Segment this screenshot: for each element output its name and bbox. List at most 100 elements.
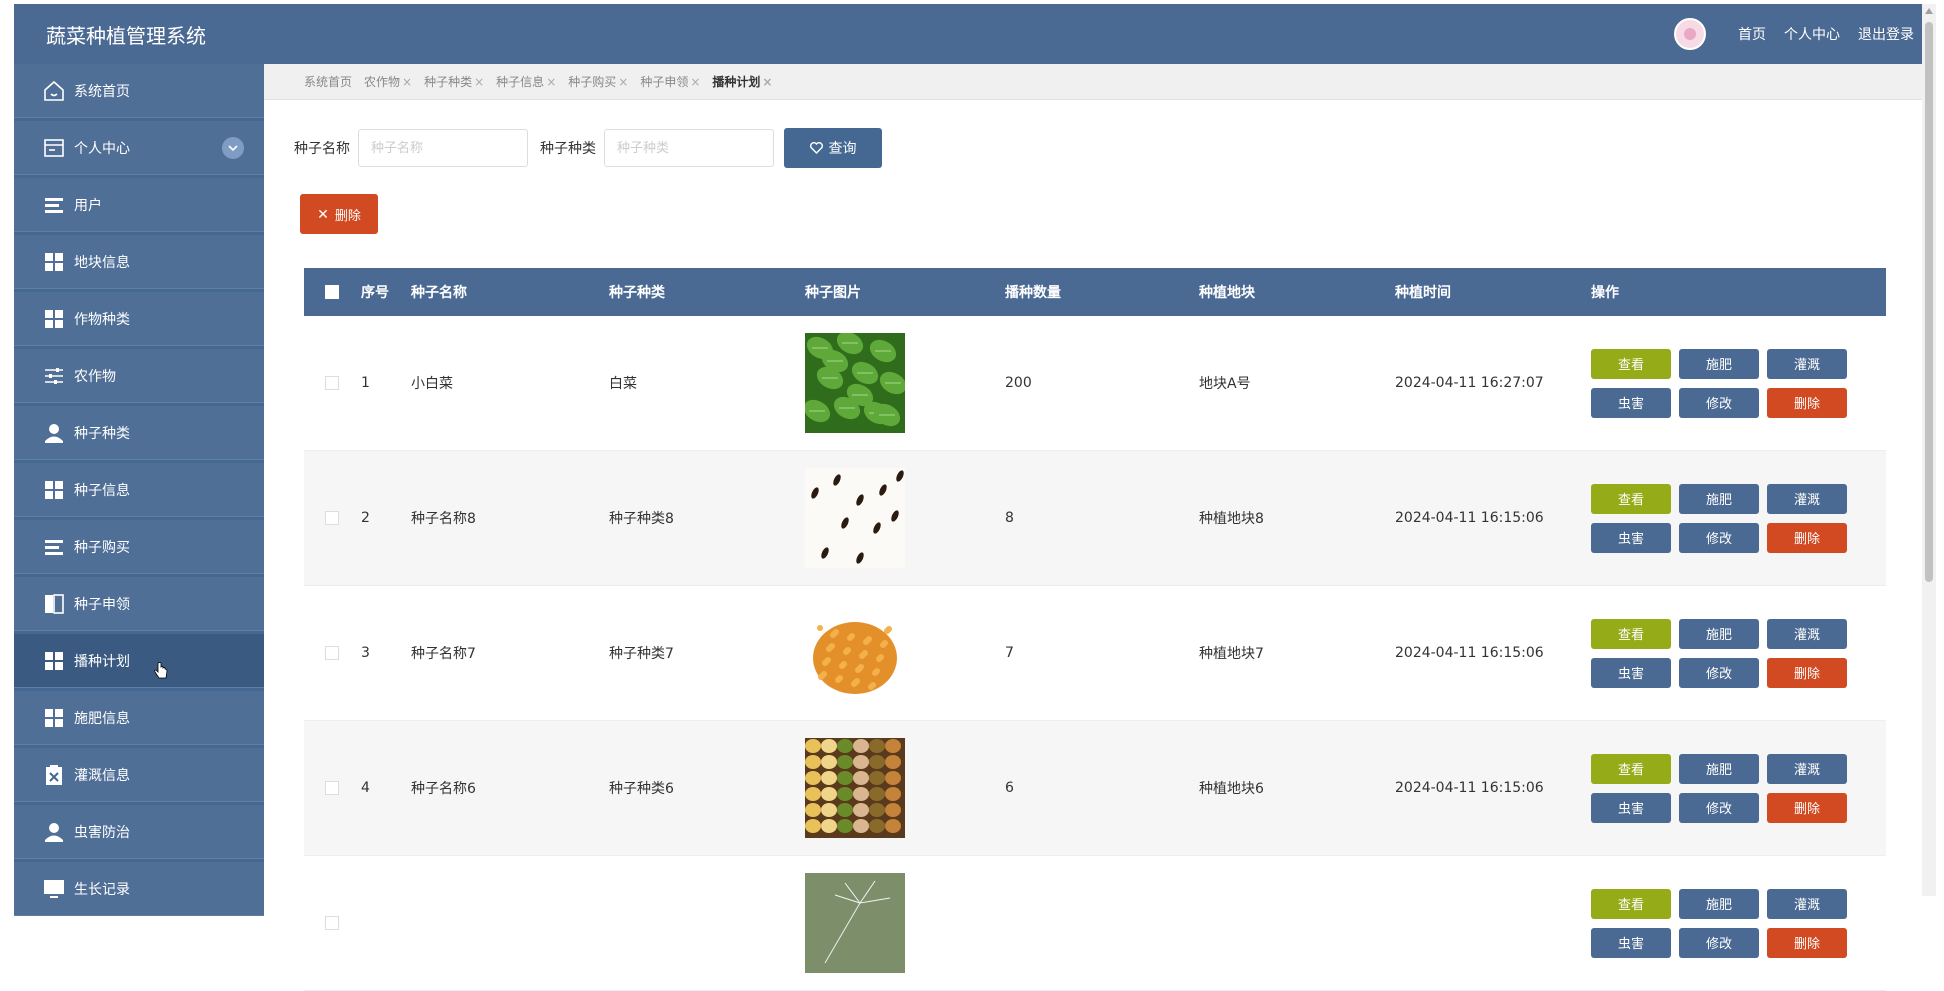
close-icon[interactable]: × — [762, 75, 772, 89]
tab-5[interactable]: 种子申领 × — [640, 73, 700, 90]
pest-button[interactable]: 虫害 — [1591, 927, 1671, 958]
list-icon — [42, 535, 66, 559]
fertilize-button[interactable]: 施肥 — [1679, 483, 1759, 514]
sidebar-item-8[interactable]: 种子购买 — [14, 520, 264, 574]
irrigate-button[interactable]: 灌溉 — [1767, 753, 1847, 784]
pest-button[interactable]: 虫害 — [1591, 387, 1671, 418]
seed-name-input[interactable] — [358, 129, 528, 167]
irrigate-button[interactable]: 灌溉 — [1767, 348, 1847, 379]
close-icon[interactable]: × — [546, 75, 556, 89]
fertilize-button[interactable]: 施肥 — [1679, 348, 1759, 379]
sidebar-item-6[interactable]: 种子种类 — [14, 406, 264, 460]
delete-button[interactable]: 删除 — [1767, 387, 1847, 418]
tab-label: 种子购买 — [568, 75, 617, 89]
delete-button[interactable]: 删除 — [1767, 657, 1847, 688]
header-seed-name: 种子名称 — [411, 285, 467, 301]
close-icon[interactable]: × — [402, 75, 412, 89]
irrigate-button[interactable]: 灌溉 — [1767, 888, 1847, 919]
heart-icon — [809, 142, 823, 154]
view-button[interactable]: 查看 — [1591, 348, 1671, 379]
view-button[interactable]: 查看 — [1591, 888, 1671, 919]
fertilize-button[interactable]: 施肥 — [1679, 618, 1759, 649]
row-time: 2024-04-11 16:15:06 — [1395, 645, 1544, 661]
edit-button[interactable]: 修改 — [1679, 657, 1759, 688]
bulk-delete-button[interactable]: ✕ 删除 — [300, 194, 378, 234]
user-icon — [42, 820, 66, 844]
tab-2[interactable]: 种子种类 × — [424, 73, 484, 90]
sidebar-item-10[interactable]: 播种计划 — [14, 634, 264, 688]
delete-button[interactable]: 删除 — [1767, 792, 1847, 823]
row-checkbox[interactable] — [324, 511, 339, 525]
page-scrollbar[interactable] — [1922, 4, 1936, 896]
sidebar-item-14[interactable]: 生长记录 — [14, 862, 264, 916]
sidebar-item-9[interactable]: 种子申领 — [14, 577, 264, 631]
seed-kind-input[interactable] — [604, 129, 774, 167]
sidebar-item-5[interactable]: 农作物 — [14, 349, 264, 403]
tab-4[interactable]: 种子购买 × — [568, 73, 628, 90]
sidebar-item-label: 灌溉信息 — [74, 767, 130, 784]
edit-button[interactable]: 修改 — [1679, 927, 1759, 958]
irrigate-button[interactable]: 灌溉 — [1767, 483, 1847, 514]
tab-3[interactable]: 种子信息 × — [496, 73, 556, 90]
sidebar-item-0[interactable]: 系统首页 — [14, 64, 264, 118]
row-plot: 种植地块8 — [1199, 511, 1264, 527]
view-button[interactable]: 查看 — [1591, 483, 1671, 514]
profile-link[interactable]: 个人中心 — [1784, 24, 1840, 44]
seed-image[interactable] — [805, 738, 905, 838]
edit-button[interactable]: 修改 — [1679, 387, 1759, 418]
bulk-delete-label: 删除 — [334, 207, 361, 223]
select-all-checkbox[interactable] — [324, 285, 339, 299]
sidebar-item-3[interactable]: 地块信息 — [14, 235, 264, 289]
sidebar-item-12[interactable]: 灌溉信息 — [14, 748, 264, 802]
header-seed-image: 种子图片 — [805, 285, 861, 301]
close-icon[interactable]: × — [618, 75, 628, 89]
row-checkbox[interactable] — [324, 781, 339, 795]
seed-image[interactable] — [805, 333, 905, 433]
fertilize-button[interactable]: 施肥 — [1679, 888, 1759, 919]
tab-6[interactable]: 播种计划 × — [712, 73, 772, 90]
view-button[interactable]: 查看 — [1591, 618, 1671, 649]
seed-image[interactable] — [805, 468, 905, 568]
pest-button[interactable]: 虫害 — [1591, 792, 1671, 823]
delete-button[interactable]: 删除 — [1767, 522, 1847, 553]
row-seed-name: 种子名称8 — [411, 511, 476, 527]
pest-button[interactable]: 虫害 — [1591, 522, 1671, 553]
scroll-thumb[interactable] — [1925, 22, 1933, 582]
close-icon[interactable]: × — [690, 75, 700, 89]
irrigate-button[interactable]: 灌溉 — [1767, 618, 1847, 649]
edit-button[interactable]: 修改 — [1679, 792, 1759, 823]
chevron-down-icon[interactable] — [222, 137, 244, 159]
row-seed-kind: 种子种类6 — [609, 781, 674, 797]
scroll-up-icon[interactable] — [1925, 8, 1933, 14]
sidebar-item-1[interactable]: 个人中心 — [14, 121, 264, 175]
header-time: 种植时间 — [1395, 285, 1451, 301]
view-button[interactable]: 查看 — [1591, 753, 1671, 784]
search-row: 种子名称 种子种类 查询 — [294, 128, 882, 168]
edit-button[interactable]: 修改 — [1679, 522, 1759, 553]
row-checkbox[interactable] — [324, 916, 339, 930]
row-index: 2 — [361, 510, 370, 526]
sidebar-item-7[interactable]: 种子信息 — [14, 463, 264, 517]
avatar[interactable] — [1674, 18, 1706, 50]
row-checkbox[interactable] — [324, 646, 339, 660]
tab-0[interactable]: 系统首页 — [304, 73, 352, 90]
delete-button[interactable]: 删除 — [1767, 927, 1847, 958]
query-button[interactable]: 查询 — [784, 128, 882, 168]
sidebar-item-13[interactable]: 虫害防治 — [14, 805, 264, 859]
grid-icon — [42, 307, 66, 331]
close-icon[interactable]: × — [474, 75, 484, 89]
top-bar: 蔬菜种植管理系统 首页 个人中心 退出登录 — [14, 4, 1922, 64]
logout-link[interactable]: 退出登录 — [1858, 24, 1914, 44]
seed-image[interactable] — [805, 873, 905, 973]
grid-icon — [42, 649, 66, 673]
header-quantity: 播种数量 — [1005, 285, 1061, 301]
sidebar-item-2[interactable]: 用户 — [14, 178, 264, 232]
sidebar-item-4[interactable]: 作物种类 — [14, 292, 264, 346]
home-link[interactable]: 首页 — [1738, 24, 1766, 44]
sidebar-item-11[interactable]: 施肥信息 — [14, 691, 264, 745]
row-checkbox[interactable] — [324, 376, 339, 390]
fertilize-button[interactable]: 施肥 — [1679, 753, 1759, 784]
tab-1[interactable]: 农作物 × — [364, 73, 412, 90]
seed-image[interactable] — [805, 603, 905, 703]
pest-button[interactable]: 虫害 — [1591, 657, 1671, 688]
